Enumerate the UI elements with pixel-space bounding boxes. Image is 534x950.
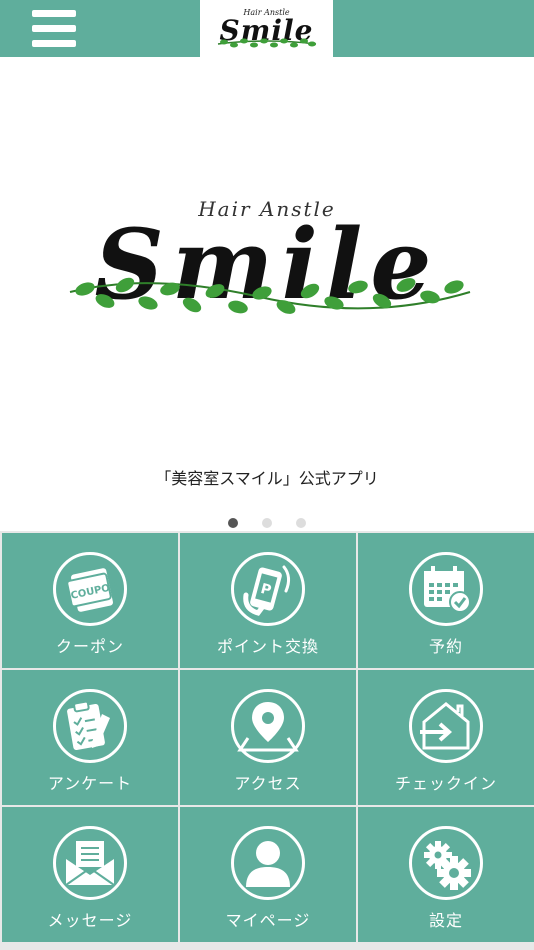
app-header: Hair Anstle Smile [0, 0, 534, 57]
hero-banner[interactable]: Hair Anstle Smile [0, 57, 534, 457]
header-leaf-vine-icon [217, 38, 317, 48]
point-exchange-icon: P [231, 552, 305, 626]
map-pin-icon [231, 689, 305, 763]
hamburger-menu-icon[interactable] [32, 10, 76, 48]
settings-label: 設定 [428, 911, 463, 930]
survey-tile[interactable]: アンケート [2, 670, 178, 805]
access-label: アクセス [234, 774, 302, 793]
banner-leaf-vine-icon [69, 277, 471, 314]
mypage-tile[interactable]: マイページ [180, 807, 356, 942]
point-exchange-tile[interactable]: P ポイント交換 [180, 533, 356, 668]
carousel-dot[interactable] [296, 518, 306, 528]
calendar-icon [409, 552, 483, 626]
checkin-label: チェックイン [394, 774, 497, 793]
reservation-tile[interactable]: 予約 [358, 533, 534, 668]
access-tile[interactable]: アクセス [180, 670, 356, 805]
app-caption: 「美容室スマイル」公式アプリ [155, 469, 379, 488]
mypage-label: マイページ [225, 911, 311, 930]
carousel-dot[interactable] [228, 518, 238, 528]
clipboard-icon [53, 689, 127, 763]
message-icon [53, 826, 127, 900]
header-logo[interactable]: Hair Anstle Smile [200, 0, 333, 57]
point-exchange-label: ポイント交換 [216, 637, 319, 656]
coupon-icon: COUPON [53, 552, 127, 626]
checkin-icon [409, 689, 483, 763]
coupon-tile[interactable]: COUPON クーポン [2, 533, 178, 668]
message-label: メッセージ [47, 911, 133, 930]
survey-label: アンケート [47, 774, 133, 793]
gear-icon [409, 826, 483, 900]
reservation-label: 予約 [428, 637, 463, 656]
settings-tile[interactable]: 設定 [358, 807, 534, 942]
coupon-label: クーポン [55, 637, 124, 656]
user-icon [231, 826, 305, 900]
message-tile[interactable]: メッセージ [2, 807, 178, 942]
menu-grid: COUPON クーポン P ポイント交換 予約 アンケート アクセス チェックイ… [0, 531, 534, 950]
carousel-dot[interactable] [262, 518, 272, 528]
carousel-indicator [0, 513, 534, 532]
checkin-tile[interactable]: チェックイン [358, 670, 534, 805]
